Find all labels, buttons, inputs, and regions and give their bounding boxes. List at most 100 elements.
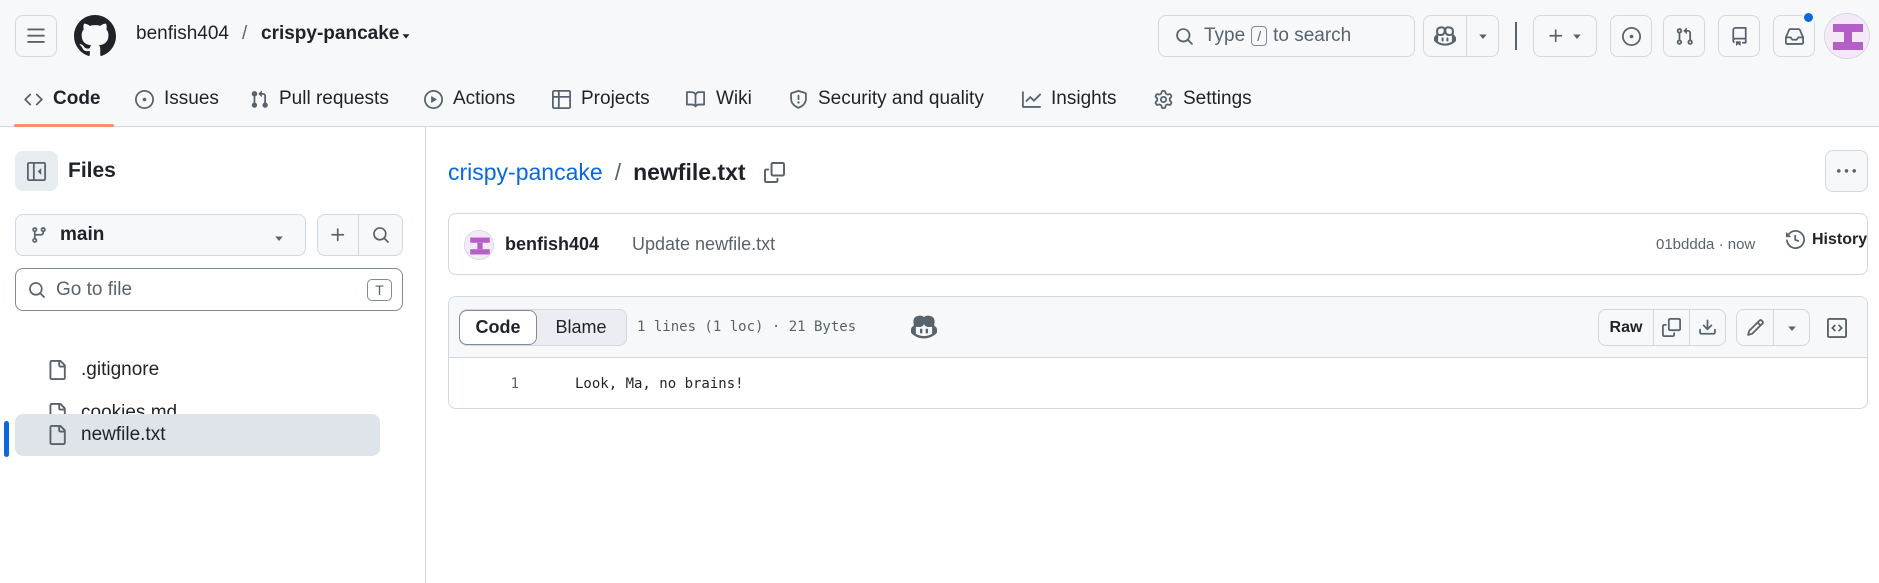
graph-icon: [1022, 90, 1041, 108]
tree-item-gitignore[interactable]: .gitignore: [15, 349, 380, 391]
file-tree-sidebar: Files main Go to file T .gitignore cooki…: [0, 127, 426, 583]
file-name: .gitignore: [81, 359, 160, 380]
commit-message-link[interactable]: Update newfile.txt: [632, 234, 775, 255]
breadcrumb-file-name: newfile.txt: [633, 159, 746, 185]
tab-code[interactable]: Code: [24, 82, 101, 116]
kebab-horizontal-icon: [1837, 168, 1856, 173]
blame-view-button[interactable]: Blame: [537, 310, 625, 345]
search-suffix: to search: [1273, 25, 1352, 46]
add-file-button[interactable]: [317, 214, 359, 256]
code-square-icon: [1827, 317, 1847, 338]
go-to-file-input[interactable]: Go to file T: [15, 268, 403, 311]
more-options-button[interactable]: [1825, 150, 1868, 192]
commit-author-avatar[interactable]: [464, 230, 494, 260]
plus-icon: [1549, 29, 1563, 43]
edit-file-group: [1736, 309, 1810, 346]
download-icon: [1699, 319, 1716, 335]
copilot-icon[interactable]: [911, 314, 937, 340]
repo-link[interactable]: crispy-pancake: [261, 23, 399, 45]
download-raw-button[interactable]: [1689, 310, 1725, 345]
copy-raw-button[interactable]: [1653, 310, 1689, 345]
sidebar-collapse-icon: [27, 161, 46, 181]
branch-name: main: [60, 224, 105, 245]
branch-selector[interactable]: main: [15, 214, 306, 256]
hamburger-icon: [27, 28, 45, 43]
tab-wiki[interactable]: Wiki: [685, 82, 752, 116]
history-label: History: [1812, 230, 1868, 248]
breadcrumb-separator: /: [614, 159, 622, 185]
raw-button[interactable]: Raw: [1599, 310, 1653, 345]
selected-file-indicator: [4, 421, 9, 457]
copilot-icon: [1434, 26, 1456, 46]
copilot-dropdown-button[interactable]: [1466, 15, 1499, 57]
code-view-button[interactable]: Code: [459, 310, 537, 345]
tab-projects[interactable]: Projects: [552, 82, 650, 116]
repo-caret-icon[interactable]: [399, 29, 413, 43]
search-icon: [1176, 27, 1193, 45]
create-new-button[interactable]: [1533, 15, 1597, 57]
collapse-sidebar-button[interactable]: [15, 151, 58, 191]
code-line: 1 Look, Ma, no brains!: [449, 359, 1867, 408]
tab-label: Projects: [581, 88, 650, 109]
repositories-button[interactable]: [1718, 15, 1760, 57]
history-button[interactable]: History: [1786, 230, 1867, 249]
issue-icon: [1621, 26, 1641, 46]
commit-hash-time[interactable]: 01bddda · now: [1656, 236, 1755, 253]
tab-label: Wiki: [716, 88, 752, 109]
global-bar: benfish404 / crispy-pancake Type / to se…: [0, 0, 1879, 72]
tab-label: Code: [53, 88, 101, 109]
file-toolbar: Code Blame 1 lines (1 loc) · 21 Bytes Ra…: [449, 297, 1867, 358]
commit-author-link[interactable]: benfish404: [505, 234, 599, 255]
owner-link[interactable]: benfish404: [136, 23, 229, 45]
tab-settings[interactable]: Settings: [1154, 82, 1252, 116]
gear-icon: [1154, 89, 1173, 109]
file-content-box: Code Blame 1 lines (1 loc) · 21 Bytes Ra…: [448, 296, 1868, 409]
search-input[interactable]: Type / to search: [1158, 15, 1415, 57]
edit-options-dropdown[interactable]: [1773, 310, 1809, 345]
tab-pull-requests[interactable]: Pull requests: [250, 82, 389, 116]
line-content: Look, Ma, no brains!: [575, 376, 744, 392]
file-view: crispy-pancake / newfile.txt benfish404 …: [427, 127, 1879, 583]
file-breadcrumb: crispy-pancake / newfile.txt: [448, 159, 785, 186]
edit-file-button[interactable]: [1737, 310, 1773, 345]
repo-navigation: Code Issues Pull requests Actions Projec…: [0, 72, 1879, 127]
caret-down-icon: [1573, 34, 1581, 39]
user-avatar[interactable]: [1824, 13, 1870, 59]
copy-path-icon[interactable]: [763, 162, 785, 183]
tab-actions[interactable]: Actions: [424, 82, 515, 116]
tab-issues[interactable]: Issues: [135, 82, 219, 116]
latest-commit-box: benfish404 Update newfile.txt 01bddda · …: [448, 213, 1868, 275]
tab-label: Settings: [1183, 88, 1252, 109]
search-icon: [29, 281, 45, 298]
breadcrumb-repo-link[interactable]: crispy-pancake: [448, 159, 603, 186]
history-icon: [1786, 230, 1805, 249]
file-icon: [49, 425, 66, 445]
copilot-button[interactable]: [1423, 15, 1467, 57]
inbox-icon: [1784, 27, 1804, 45]
search-code-button[interactable]: [359, 214, 403, 256]
go-to-file-shortcut: T: [367, 279, 392, 301]
unread-indicator: [1802, 11, 1815, 24]
code-icon: [24, 93, 43, 105]
git-branch-icon: [32, 227, 46, 243]
pull-request-icon: [1676, 27, 1693, 45]
tab-insights[interactable]: Insights: [1022, 82, 1116, 116]
caret-down-icon: [1787, 326, 1796, 331]
tab-security[interactable]: Security and quality: [789, 82, 984, 116]
plus-icon: [331, 228, 345, 242]
your-issues-button[interactable]: [1610, 15, 1652, 57]
toolbar-divider: [1515, 22, 1517, 50]
issue-icon: [135, 89, 154, 109]
menu-button[interactable]: [15, 15, 57, 57]
go-to-file-placeholder: Go to file: [56, 278, 133, 300]
table-icon: [552, 89, 571, 109]
github-logo-icon[interactable]: [74, 15, 116, 57]
line-number[interactable]: 1: [489, 376, 519, 392]
symbols-panel-button[interactable]: [1819, 309, 1855, 346]
caret-down-icon: [1478, 34, 1487, 39]
your-pull-requests-button[interactable]: [1663, 15, 1705, 57]
tab-label: Actions: [453, 88, 516, 109]
search-shortcut-key: /: [1251, 26, 1268, 46]
tree-item-newfile-txt-content[interactable]: newfile.txt: [15, 414, 380, 456]
shield-icon: [790, 89, 807, 109]
